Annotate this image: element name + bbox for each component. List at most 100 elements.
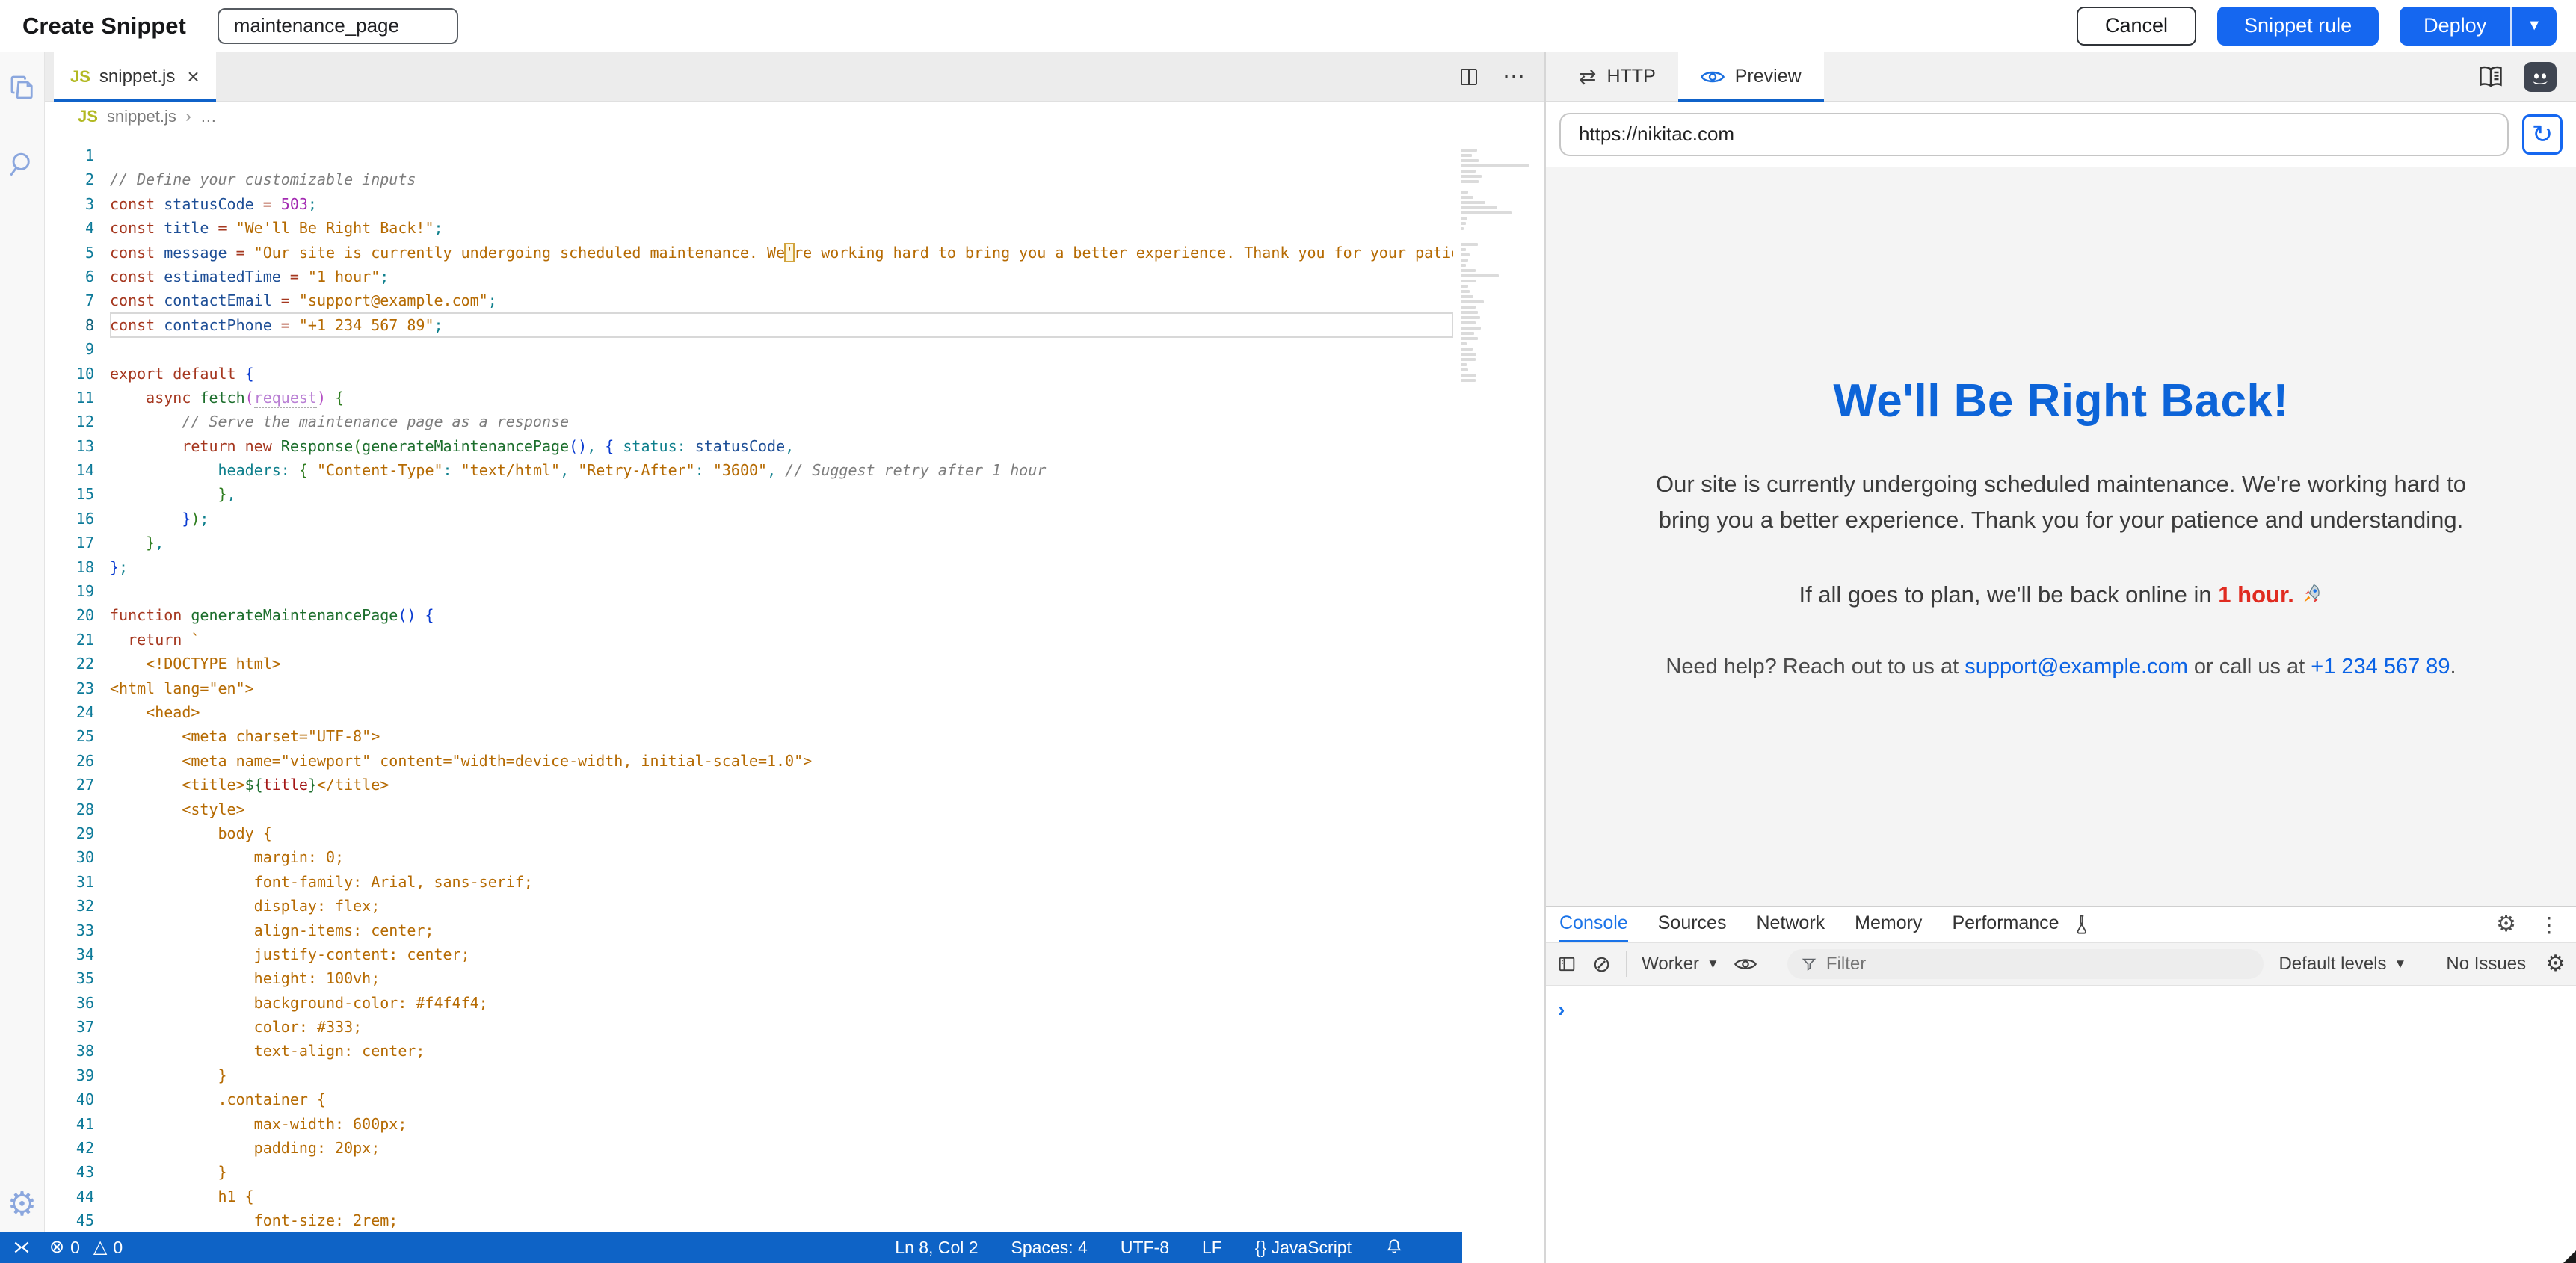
search-icon[interactable] — [6, 148, 39, 181]
code-line-39[interactable]: } — [110, 1063, 1453, 1087]
code-line-42[interactable]: padding: 20px; — [110, 1136, 1453, 1160]
code-editor[interactable]: 1234567891011121314151617181920212223242… — [45, 132, 1544, 1232]
breadcrumb[interactable]: JS snippet.js › … — [45, 102, 1544, 132]
code-line-22[interactable]: <!DOCTYPE html> — [110, 652, 1453, 676]
deploy-button[interactable]: Deploy — [2400, 7, 2510, 46]
console-output[interactable]: › — [1546, 986, 2576, 1022]
code-line-30[interactable]: margin: 0; — [110, 845, 1453, 869]
code-line-1[interactable] — [110, 143, 1453, 167]
code-line-9[interactable] — [110, 337, 1453, 361]
more-actions-icon[interactable]: ⋯ — [1503, 64, 1525, 90]
deploy-caret-icon[interactable]: ▼ — [2512, 7, 2557, 46]
remote-indicator-icon[interactable] — [12, 1238, 31, 1257]
code-line-37[interactable]: color: #333; — [110, 1015, 1453, 1039]
tab-snippet-js[interactable]: JS snippet.js × — [54, 52, 216, 101]
tab-preview[interactable]: Preview — [1678, 52, 1824, 101]
code-line-29[interactable]: body { — [110, 821, 1453, 845]
code-line-41[interactable]: max-width: 600px; — [110, 1112, 1453, 1136]
code-line-45[interactable]: font-size: 2rem; — [110, 1208, 1453, 1232]
code-line-26[interactable]: <meta name="viewport" content="width=dev… — [110, 749, 1453, 773]
code-line-21[interactable]: return ` — [110, 628, 1453, 652]
code-line-32[interactable]: display: flex; — [110, 894, 1453, 918]
code-line-28[interactable]: <style> — [110, 797, 1453, 821]
issues-counter[interactable]: No Issues — [2446, 954, 2526, 975]
settings-gear-icon[interactable]: ⚙ — [7, 1188, 37, 1221]
breadcrumb-more[interactable]: … — [200, 107, 217, 126]
console-clear-icon[interactable]: ⊘ — [1592, 951, 1611, 978]
devtools-tab-network[interactable]: Network — [1756, 907, 1825, 942]
cancel-button[interactable]: Cancel — [2077, 7, 2196, 46]
split-editor-icon[interactable] — [1458, 66, 1480, 88]
code-line-19[interactable] — [110, 579, 1453, 603]
code-line-31[interactable]: font-family: Arial, sans-serif; — [110, 870, 1453, 894]
code-line-23[interactable]: <html lang="en"> — [110, 676, 1453, 700]
code-line-43[interactable]: } — [110, 1160, 1453, 1184]
console-settings-gear-icon[interactable]: ⚙ — [2545, 953, 2566, 975]
code-line-3[interactable]: const statusCode = 503; — [110, 192, 1453, 216]
devtools-tab-console[interactable]: Console — [1559, 907, 1628, 942]
snippet-rule-button[interactable]: Snippet rule — [2217, 7, 2379, 46]
console-context-selector[interactable]: Worker ▼ — [1642, 954, 1719, 975]
status-item-utf-8[interactable]: UTF-8 — [1121, 1238, 1169, 1258]
code-lines[interactable]: // Define your customizable inputsconst … — [110, 143, 1453, 1232]
code-line-35[interactable]: height: 100vh; — [110, 966, 1453, 990]
resize-corner[interactable] — [2563, 1250, 2576, 1263]
code-line-10[interactable]: export default { — [110, 362, 1453, 386]
code-line-16[interactable]: }); — [110, 507, 1453, 531]
discord-icon[interactable] — [2524, 62, 2557, 92]
console-levels-dropdown[interactable]: Default levels ▼ — [2278, 954, 2406, 975]
phone-link[interactable]: +1 234 567 89 — [2311, 655, 2450, 679]
console-eye-icon[interactable] — [1734, 956, 1757, 972]
refresh-button[interactable]: ↻ — [2522, 114, 2563, 155]
devtools-menu-icon[interactable]: ⋮ — [2539, 912, 2560, 937]
status-item-spaces-4[interactable]: Spaces: 4 — [1011, 1238, 1088, 1258]
problems-indicator[interactable]: ⊗ 0 △ 0 — [49, 1238, 123, 1258]
tab-close-icon[interactable]: × — [187, 67, 199, 87]
code-line-13[interactable]: return new Response(generateMaintenanceP… — [110, 434, 1453, 458]
devtools-tab-performance[interactable]: Performance — [1952, 907, 2059, 942]
devtools-settings-gear-icon[interactable]: ⚙ — [2496, 913, 2516, 936]
code-line-24[interactable]: <head> — [110, 700, 1453, 724]
status-item--javascript[interactable]: {} JavaScript — [1255, 1238, 1352, 1258]
code-line-36[interactable]: background-color: #f4f4f4; — [110, 991, 1453, 1015]
code-line-5[interactable]: const message = "Our site is currently u… — [110, 241, 1453, 265]
code-line-12[interactable]: // Serve the maintenance page as a respo… — [110, 410, 1453, 433]
code-line-27[interactable]: <title>${title}</title> — [110, 773, 1453, 797]
notifications-bell-icon[interactable] — [1384, 1238, 1404, 1257]
files-icon[interactable] — [7, 72, 38, 103]
code-line-34[interactable]: justify-content: center; — [110, 942, 1453, 966]
tab-http[interactable]: ⇄ HTTP — [1556, 52, 1678, 101]
code-line-20[interactable]: function generateMaintenancePage() { — [110, 603, 1453, 627]
console-filter-input[interactable] — [1826, 954, 2251, 975]
minimap-line — [1461, 321, 1476, 324]
code-line-18[interactable]: }; — [110, 555, 1453, 579]
console-sidebar-toggle-icon[interactable] — [1556, 954, 1577, 975]
console-filter[interactable] — [1787, 949, 2264, 979]
status-item-lf[interactable]: LF — [1202, 1238, 1222, 1258]
code-line-25[interactable]: <meta charset="UTF-8"> — [110, 724, 1453, 748]
preview-url-input[interactable] — [1559, 113, 2509, 156]
status-item-ln-8-col-2[interactable]: Ln 8, Col 2 — [895, 1238, 978, 1258]
code-line-2[interactable]: // Define your customizable inputs — [110, 167, 1453, 191]
devtools-tab-memory[interactable]: Memory — [1855, 907, 1922, 942]
code-line-33[interactable]: align-items: center; — [110, 918, 1453, 942]
code-line-15[interactable]: }, — [110, 482, 1453, 506]
deploy-split-button[interactable]: Deploy ▼ — [2400, 7, 2557, 46]
devtools-tab-sources[interactable]: Sources — [1658, 907, 1727, 942]
snippet-name-input[interactable] — [218, 8, 458, 44]
code-line-6[interactable]: const estimatedTime = "1 hour"; — [110, 265, 1453, 288]
support-email-link[interactable]: support@example.com — [1965, 655, 2188, 679]
code-line-38[interactable]: text-align: center; — [110, 1039, 1453, 1063]
minimap[interactable] — [1461, 143, 1535, 384]
code-line-44[interactable]: h1 { — [110, 1185, 1453, 1208]
code-line-11[interactable]: async fetch(request) { — [110, 386, 1453, 410]
docs-book-icon[interactable] — [2477, 64, 2504, 90]
code-line-7[interactable]: const contactEmail = "support@example.co… — [110, 288, 1453, 312]
code-line-14[interactable]: headers: { "Content-Type": "text/html", … — [110, 458, 1453, 482]
code-line-4[interactable]: const title = "We'll Be Right Back!"; — [110, 216, 1453, 240]
breadcrumb-file[interactable]: snippet.js — [107, 107, 176, 126]
code-line-40[interactable]: .container { — [110, 1087, 1453, 1111]
code-line-8[interactable]: const contactPhone = "+1 234 567 89"; — [110, 313, 1453, 337]
console-prompt-icon[interactable]: › — [1558, 998, 1565, 1021]
code-line-17[interactable]: }, — [110, 531, 1453, 555]
